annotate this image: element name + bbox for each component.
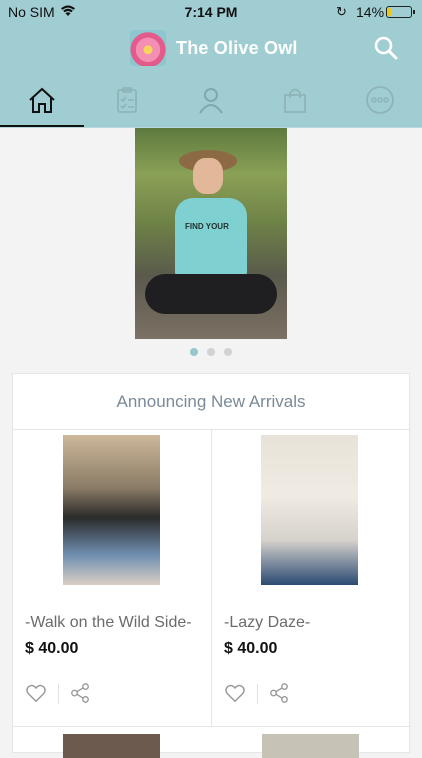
carousel-dot[interactable] <box>224 348 232 356</box>
app-header: The Olive Owl <box>0 24 422 72</box>
checklist-icon <box>116 87 137 113</box>
tab-more[interactable] <box>338 72 422 128</box>
battery-percent: 14% <box>356 4 385 20</box>
product-image[interactable] <box>63 435 160 585</box>
carousel-indicator <box>0 348 422 356</box>
status-bar: No SIM 7:14 PM ↻ 14% <box>0 0 422 24</box>
carousel-dot[interactable] <box>207 348 215 356</box>
share-icon[interactable] <box>268 682 290 704</box>
app-title: The Olive Owl <box>176 38 298 58</box>
product-name[interactable]: -Walk on the Wild Side- <box>25 614 192 632</box>
tab-bar <box>0 72 422 128</box>
heart-icon[interactable] <box>25 682 47 704</box>
section-title: Announcing New Arrivals <box>13 374 409 430</box>
carousel-dot[interactable] <box>190 348 198 356</box>
product-price: $ 40.00 <box>224 640 278 657</box>
battery-fill <box>388 8 392 16</box>
heart-icon[interactable] <box>224 682 246 704</box>
product-image[interactable] <box>261 435 358 585</box>
new-arrivals-card: Announcing New Arrivals -Walk on the Wil… <box>12 373 411 758</box>
rotation-lock-icon: ↻ <box>336 4 347 19</box>
more-icon <box>365 86 394 114</box>
tab-orders[interactable] <box>84 72 168 128</box>
tab-account[interactable] <box>169 72 253 128</box>
battery-icon <box>386 6 415 18</box>
product-price: $ 40.00 <box>25 640 79 657</box>
flower-logo-icon <box>130 30 166 66</box>
home-icon <box>29 87 55 113</box>
product-card[interactable]: -Walk on the Wild Side- $ 40.00 <box>13 430 212 726</box>
share-icon[interactable] <box>69 682 91 704</box>
product-card[interactable]: -Lazy Daze- $ 40.00 <box>212 430 411 726</box>
shirt-print-text: FIND YOUR <box>185 222 229 231</box>
shopping-bag-icon <box>284 88 307 113</box>
search-icon[interactable] <box>372 34 400 62</box>
user-icon <box>199 88 223 114</box>
product-name[interactable]: -Lazy Daze- <box>224 614 310 632</box>
tab-cart[interactable] <box>253 72 337 128</box>
product-image[interactable] <box>63 734 160 758</box>
hero-banner-image[interactable]: FIND YOUR <box>135 128 287 339</box>
product-image[interactable] <box>262 734 359 758</box>
tab-home[interactable] <box>0 72 85 128</box>
